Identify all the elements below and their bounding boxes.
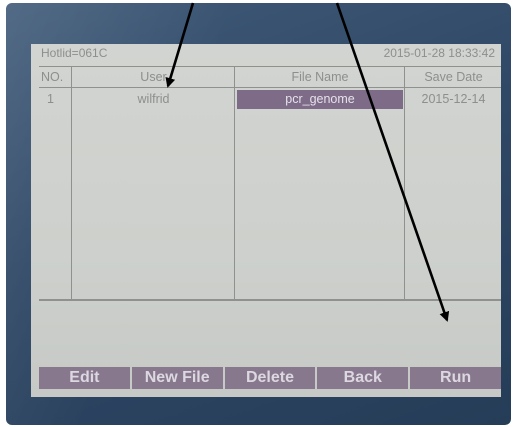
cell-user[interactable]: wilfrid [72,90,235,109]
header-file-name: File Name [235,67,405,88]
column-no: NO. 1 [39,67,71,299]
header-user: User [72,67,235,88]
run-button[interactable]: Run [410,367,501,389]
date-time: 2015-01-28 18:33:42 [383,46,495,60]
column-save-date: Save Date 2015-12-14 [404,67,501,299]
new-file-button[interactable]: New File [131,367,223,389]
info-area [39,300,501,362]
column-user: User wilfrid [71,67,235,299]
edit-button[interactable]: Edit [39,367,130,389]
delete-button[interactable]: Delete [224,367,316,389]
device-bezel: Hotlid=061C 2015-01-28 18:33:42 NO. 1 Us… [6,3,511,425]
file-table: NO. 1 User wilfrid File Name pcr_genome … [39,66,501,300]
hotlid-label: Hotlid=061C [41,46,108,60]
column-file-name: File Name pcr_genome [234,67,405,299]
cell-save-date[interactable]: 2015-12-14 [405,90,501,109]
cell-file-name-selected[interactable]: pcr_genome [237,90,403,109]
status-bar: Hotlid=061C 2015-01-28 18:33:42 [31,44,501,63]
header-save-date: Save Date [405,67,501,88]
softkey-bar: Edit New File Delete Back Run [39,367,501,389]
header-no: NO. [39,67,71,88]
back-button[interactable]: Back [317,367,409,389]
cell-no[interactable]: 1 [39,90,71,109]
lcd-screen: Hotlid=061C 2015-01-28 18:33:42 NO. 1 Us… [31,44,501,397]
